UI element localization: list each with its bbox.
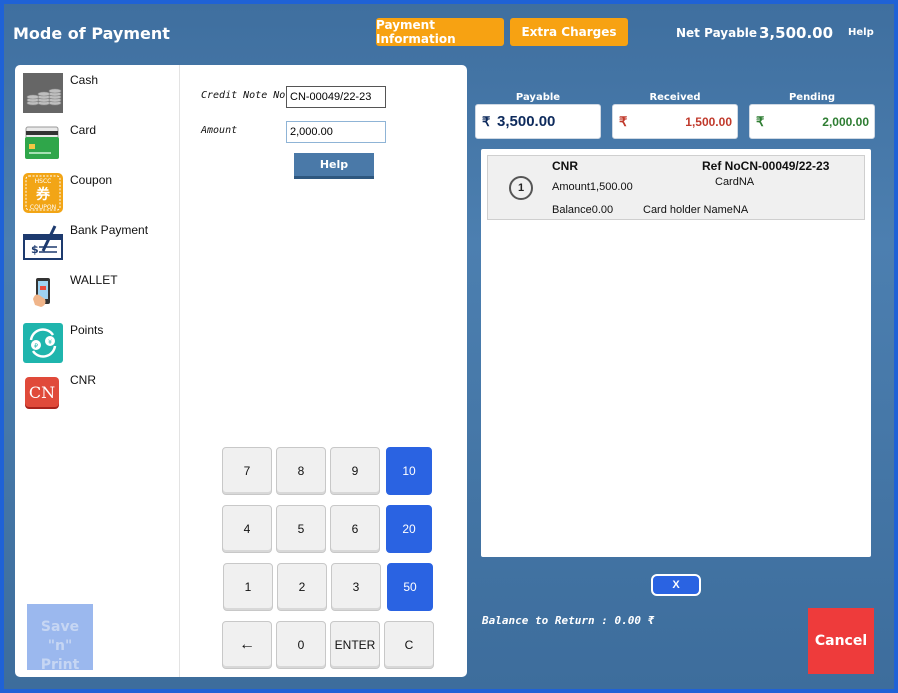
- credit-note-label: Credit Note No: [201, 90, 286, 101]
- mode-label: Coupon: [70, 173, 113, 187]
- points-icon: ₽ ¥: [23, 323, 63, 363]
- mode-wallet[interactable]: WALLET: [23, 271, 173, 315]
- coupon-icon-mid-text: 券: [36, 186, 51, 203]
- key-20[interactable]: 20: [386, 505, 432, 553]
- balance-to-return: Balance to Return : 0.00 ₹: [482, 614, 655, 627]
- payable-value: 3,500.00: [497, 113, 556, 130]
- key-7[interactable]: 7: [222, 447, 272, 495]
- mode-cnr[interactable]: CN CNR: [23, 371, 173, 415]
- received-value: 1,500.00: [685, 115, 732, 129]
- mode-label: WALLET: [70, 273, 118, 287]
- svg-text:$: $: [31, 243, 39, 256]
- bank-payment-icon: $: [23, 223, 63, 263]
- key-3[interactable]: 3: [331, 563, 381, 611]
- key-8[interactable]: 8: [276, 447, 326, 495]
- mode-label: Bank Payment: [70, 223, 149, 237]
- mode-label: Card: [70, 123, 97, 137]
- net-payable-label: Net Payable: [676, 26, 758, 40]
- key-9[interactable]: 9: [330, 447, 380, 495]
- svg-text:₽: ₽: [34, 343, 38, 350]
- payment-mode-list: Cash Card HSCC 券 COUPON Coupon $ Bank Pa…: [15, 65, 180, 677]
- entry-amount: Amount1,500.00: [552, 181, 633, 193]
- card-icon: [23, 123, 63, 163]
- payment-window: Mode of Payment Payment Information Extr…: [0, 0, 898, 693]
- entry-card: CardNA: [715, 176, 755, 188]
- key-6[interactable]: 6: [330, 505, 380, 553]
- rupee-symbol: ₹: [756, 114, 765, 129]
- payment-information-button[interactable]: Payment Information: [376, 18, 504, 46]
- mode-cash[interactable]: Cash: [23, 71, 173, 115]
- save-and-print-button[interactable]: Save "n" Print: [27, 604, 93, 673]
- coupon-icon-top-text: HSCC: [35, 178, 52, 185]
- mode-card[interactable]: Card: [23, 121, 173, 165]
- cnr-icon: CN: [23, 373, 63, 413]
- help-button[interactable]: Help: [294, 153, 374, 179]
- credit-note-input[interactable]: [286, 86, 386, 108]
- coupon-icon: HSCC 券 COUPON: [23, 173, 63, 213]
- key-2[interactable]: 2: [277, 563, 327, 611]
- mode-label: Cash: [70, 73, 99, 87]
- key-5[interactable]: 5: [276, 505, 326, 553]
- payable-label: Payable: [515, 92, 561, 103]
- pending-value: 2,000.00: [822, 115, 869, 129]
- entry-card-holder: Card holder NameNA: [643, 204, 749, 216]
- rupee-symbol: ₹: [619, 114, 628, 129]
- page-title: Mode of Payment: [13, 24, 170, 43]
- entry-mode: CNR: [552, 159, 578, 173]
- payment-entry-panel: Cash Card HSCC 券 COUPON Coupon $ Bank Pa…: [15, 65, 467, 677]
- remove-entry-button[interactable]: X: [651, 574, 701, 596]
- cash-icon: [23, 73, 63, 113]
- svg-text:¥: ¥: [48, 339, 52, 346]
- title-bar: Mode of Payment Payment Information Extr…: [4, 4, 894, 60]
- entry-balance: Balance0.00: [552, 204, 614, 216]
- key-10[interactable]: 10: [386, 447, 432, 495]
- cnr-icon-text: CN: [29, 383, 55, 402]
- entry-ref-no: Ref NoCN-00049/22-23: [702, 159, 830, 173]
- coupon-icon-bottom-text: COUPON: [30, 204, 56, 211]
- key-4[interactable]: 4: [222, 505, 272, 553]
- received-box: ₹ 1,500.00: [612, 104, 738, 139]
- entry-index-badge: 1: [509, 176, 533, 200]
- pending-label: Pending: [788, 92, 836, 103]
- mode-points[interactable]: ₽ ¥ Points: [23, 321, 173, 365]
- key-50[interactable]: 50: [387, 563, 433, 611]
- payment-list: 1 CNR Ref NoCN-00049/22-23 Amount1,500.0…: [481, 149, 871, 557]
- mode-coupon[interactable]: HSCC 券 COUPON Coupon: [23, 171, 173, 215]
- backspace-key[interactable]: ←: [222, 621, 272, 669]
- extra-charges-button[interactable]: Extra Charges: [510, 18, 628, 46]
- enter-key[interactable]: ENTER: [330, 621, 380, 669]
- mode-label: Points: [70, 323, 104, 337]
- rupee-symbol: ₹: [482, 114, 491, 129]
- help-link[interactable]: Help: [848, 27, 874, 38]
- key-1[interactable]: 1: [223, 563, 273, 611]
- pending-box: ₹ 2,000.00: [749, 104, 875, 139]
- amount-label: Amount: [201, 125, 238, 136]
- list-item[interactable]: 1 CNR Ref NoCN-00049/22-23 Amount1,500.0…: [487, 155, 865, 220]
- received-label: Received: [649, 92, 701, 103]
- net-payable-value: 3,500.00: [759, 24, 834, 42]
- mode-bank-payment[interactable]: $ Bank Payment: [23, 221, 173, 265]
- amount-input[interactable]: [286, 121, 386, 143]
- mode-label: CNR: [70, 373, 96, 387]
- wallet-icon: [23, 273, 63, 313]
- clear-key[interactable]: C: [384, 621, 434, 669]
- cancel-button[interactable]: Cancel: [808, 608, 874, 674]
- payable-box: ₹ 3,500.00: [475, 104, 601, 139]
- key-0[interactable]: 0: [276, 621, 326, 669]
